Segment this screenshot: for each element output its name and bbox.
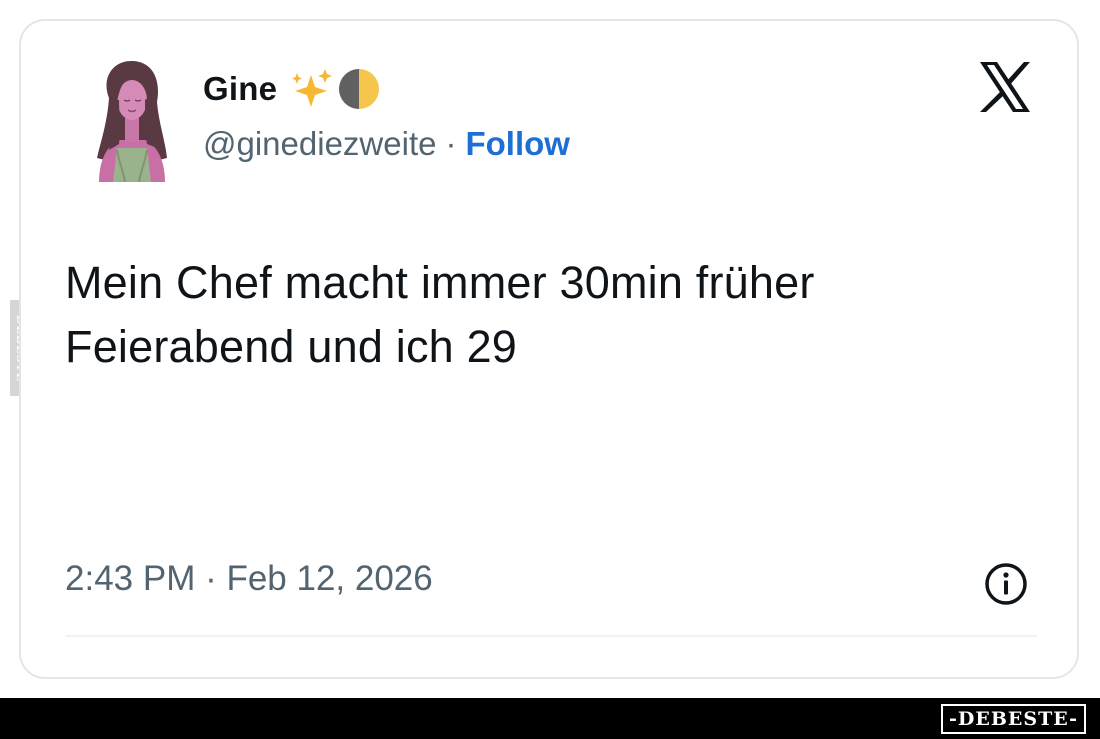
tweet-text-line: Mein Chef macht immer 30min früher (65, 257, 815, 308)
handle-row: @ginediezweite · Follow (203, 125, 570, 163)
handle-separator: · (445, 125, 457, 162)
watermark-logo: -DEBESTE- (941, 704, 1086, 734)
tweet-card[interactable]: Gine @ginediezweite · Follow Mein Chef m… (19, 19, 1079, 679)
name-emojis (289, 67, 381, 111)
x-logo-icon[interactable] (977, 59, 1033, 115)
info-icon[interactable] (983, 561, 1029, 607)
tweet-text: Mein Chef macht immer 30min früher Feier… (65, 251, 1025, 379)
avatar[interactable] (91, 58, 171, 182)
display-name[interactable]: Gine (203, 70, 277, 108)
watermark-bar: -DEBESTE- (0, 698, 1100, 739)
first-quarter-moon-emoji (339, 69, 380, 109)
handle[interactable]: @ginediezweite (203, 125, 436, 163)
tweet-text-line: Feierabend und ich 29 (65, 321, 518, 372)
divider (65, 635, 1037, 637)
page: DEBESTE Gine (0, 0, 1100, 739)
tweet-timestamp[interactable]: 2:43 PM · Feb 12, 2026 (65, 559, 433, 599)
display-name-row[interactable]: Gine (203, 67, 381, 111)
follow-button[interactable]: Follow (465, 125, 569, 163)
sparkles-emoji (292, 69, 333, 107)
